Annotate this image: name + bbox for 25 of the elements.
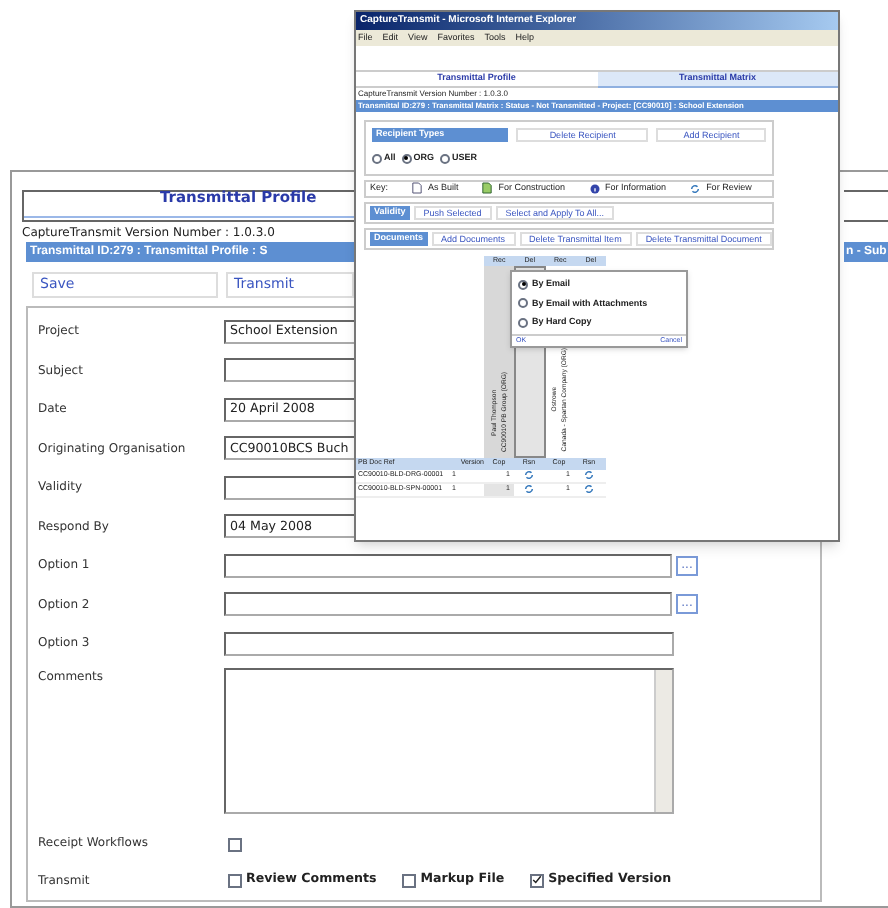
document-icon <box>412 182 423 195</box>
checkbox[interactable] <box>530 873 545 887</box>
radio-button[interactable] <box>372 153 382 164</box>
text-field[interactable] <box>224 358 356 383</box>
radio-button[interactable] <box>518 318 528 329</box>
checkbox[interactable] <box>228 873 242 887</box>
checkbox[interactable] <box>228 838 242 852</box>
radio-button[interactable] <box>518 298 528 309</box>
document-icon <box>482 182 493 195</box>
refresh-icon[interactable] <box>584 470 594 481</box>
refresh-icon <box>690 183 701 194</box>
text-field[interactable] <box>224 631 674 656</box>
radio-button[interactable] <box>401 153 412 164</box>
refresh-icon[interactable] <box>584 484 594 495</box>
radio-button[interactable] <box>518 279 528 290</box>
info-icon <box>589 183 600 194</box>
text-field[interactable] <box>224 592 672 617</box>
title-box <box>844 190 888 222</box>
scrollbar[interactable] <box>654 669 672 811</box>
text-field[interactable] <box>224 475 356 500</box>
radio-button[interactable] <box>440 153 451 164</box>
checkbox[interactable] <box>402 873 417 887</box>
text-field[interactable] <box>224 553 672 578</box>
refresh-icon[interactable] <box>524 470 534 481</box>
refresh-icon[interactable] <box>524 484 534 495</box>
